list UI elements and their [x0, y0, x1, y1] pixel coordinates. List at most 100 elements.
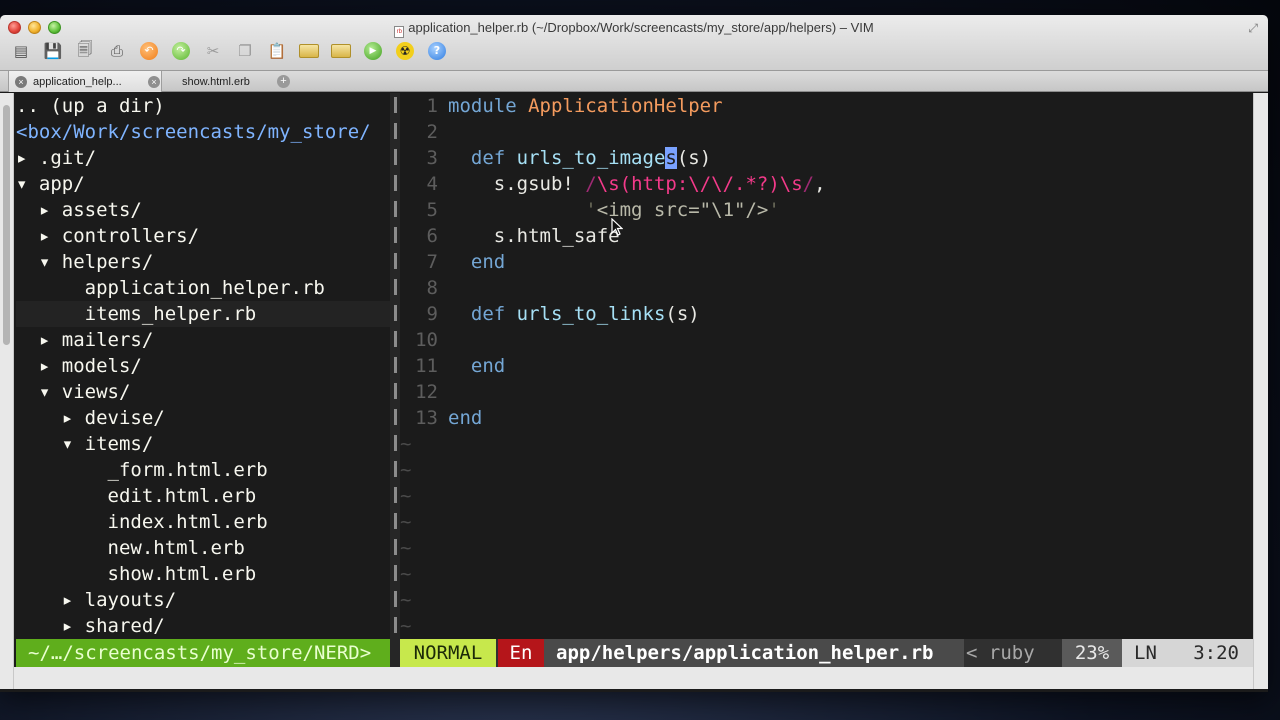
tree-dir-item[interactable]: ▸ models/	[16, 353, 390, 379]
line-number: 4	[426, 173, 438, 195]
split-marker	[394, 175, 397, 191]
vim-window: rb application_helper.rb (~/Dropbox/Work/…	[0, 15, 1268, 692]
tab-show-html-erb[interactable]: × show.html.erb	[142, 71, 274, 92]
expanded-arrow-icon[interactable]: ▾	[16, 173, 27, 195]
tree-item-label: items_helper.rb	[84, 303, 257, 325]
line-number: 10	[415, 329, 438, 351]
split-marker	[394, 565, 397, 581]
tree-dir-item[interactable]: ▸ layouts/	[16, 587, 390, 613]
split-marker	[394, 383, 397, 399]
code-line: 9 def urls_to_links(s)	[400, 301, 1253, 327]
expanded-arrow-icon[interactable]: ▾	[39, 251, 50, 273]
tree-file-item[interactable]: new.html.erb	[16, 535, 390, 561]
tree-dir-item[interactable]: ▾ views/	[16, 379, 390, 405]
redo-icon[interactable]: ↷	[168, 39, 194, 63]
expanded-arrow-icon[interactable]: ▾	[62, 433, 73, 455]
line-number: 11	[415, 355, 438, 377]
close-tab-icon[interactable]: ×	[15, 75, 27, 88]
tree-file-item[interactable]: index.html.erb	[16, 509, 390, 535]
new-tab-icon[interactable]: +	[277, 75, 290, 88]
split-marker	[394, 357, 397, 373]
tree-gap	[50, 251, 61, 273]
tree-file-item[interactable]: items_helper.rb	[16, 301, 390, 327]
empty-line-tilde: ~	[400, 615, 412, 637]
tab-label: application_help...	[33, 75, 122, 88]
tree-dir-item[interactable]: ▾ app/	[16, 171, 390, 197]
run-icon[interactable]: ▶	[360, 39, 386, 63]
tree-file-item[interactable]: edit.html.erb	[16, 483, 390, 509]
code-line: 11 end	[400, 353, 1253, 379]
tree-dir-item[interactable]: ▾ items/	[16, 431, 390, 457]
tree-item-label: devise/	[84, 407, 165, 429]
collapsed-arrow-icon[interactable]: ▸	[39, 199, 50, 221]
line-number: 1	[426, 95, 438, 117]
tree-dir-item[interactable]: ▸ assets/	[16, 197, 390, 223]
split-marker	[394, 487, 397, 503]
collapsed-arrow-icon[interactable]: ▸	[39, 355, 50, 377]
expanded-arrow-icon[interactable]: ▾	[39, 381, 50, 403]
tree-dir-item[interactable]: ▸ shared/	[16, 613, 390, 639]
collapsed-arrow-icon[interactable]: ▸	[39, 329, 50, 351]
collapsed-arrow-icon[interactable]: ▸	[62, 589, 73, 611]
collapsed-arrow-icon[interactable]: ▸	[16, 147, 27, 169]
tree-updir[interactable]: .. (up a dir)	[16, 93, 390, 119]
tab-application-helper[interactable]: × application_help...	[8, 71, 162, 92]
editor-area[interactable]: .. (up a dir) <box/Work/screencasts/my_s…	[0, 93, 1268, 689]
editor-scrollbar[interactable]	[1253, 93, 1268, 689]
tree-file-item[interactable]: application_helper.rb	[16, 275, 390, 301]
paste-icon[interactable]: 📋	[264, 39, 290, 63]
code-pane[interactable]: 1 module ApplicationHelper 2 3 def urls_t…	[400, 93, 1253, 639]
tree-file-item[interactable]: show.html.erb	[16, 561, 390, 587]
cut-icon[interactable]: ✂	[200, 39, 226, 63]
line-number: 3	[426, 147, 438, 169]
ruby-file-icon: rb	[394, 26, 405, 38]
empty-line-tilde: ~	[400, 433, 412, 455]
build-icon[interactable]: ☢	[392, 39, 418, 63]
tree-dir-item[interactable]: ▸ controllers/	[16, 223, 390, 249]
toolbar: ▤ 💾 🗐 ⎙ ↶ ↷ ✂ ❐ 📋 ▶ ☢ ?	[8, 39, 450, 63]
tree-item-label: application_helper.rb	[84, 277, 325, 299]
tree-root-path[interactable]: <box/Work/screencasts/my_store/	[16, 119, 390, 145]
empty-line-tilde: ~	[400, 459, 412, 481]
new-folder-icon[interactable]	[328, 39, 354, 63]
code-line: 3 def urls_to_images(s)	[400, 145, 1253, 171]
split-marker	[394, 149, 397, 165]
help-icon[interactable]: ?	[424, 39, 450, 63]
tree-file-item[interactable]: _form.html.erb	[16, 457, 390, 483]
save-all-icon[interactable]: 🗐	[72, 39, 98, 63]
save-icon[interactable]: 💾	[40, 39, 66, 63]
collapsed-arrow-icon[interactable]: ▸	[62, 615, 73, 637]
tree-dir-item[interactable]: ▸ .git/	[16, 145, 390, 171]
tree-dir-item[interactable]: ▾ helpers/	[16, 249, 390, 275]
command-line[interactable]	[14, 667, 1253, 689]
find-folder-icon[interactable]	[296, 39, 322, 63]
copy-icon[interactable]: ❐	[232, 39, 258, 63]
collapsed-arrow-icon[interactable]: ▸	[62, 407, 73, 429]
code-line: 2	[400, 119, 1253, 145]
split-marker	[394, 227, 397, 243]
nerdtree-scrollbar[interactable]	[0, 93, 14, 689]
tree-item-label: layouts/	[84, 589, 177, 611]
scrollbar-thumb[interactable]	[3, 105, 10, 345]
tree-gap	[73, 589, 84, 611]
nerdtree-panel[interactable]: .. (up a dir) <box/Work/screencasts/my_s…	[16, 93, 390, 639]
open-file-icon[interactable]: ▤	[8, 39, 34, 63]
tree-item-label: assets/	[61, 199, 142, 221]
close-tab-icon[interactable]: ×	[148, 75, 160, 88]
collapsed-arrow-icon[interactable]: ▸	[39, 225, 50, 247]
undo-icon[interactable]: ↶	[136, 39, 162, 63]
empty-line-tilde: ~	[400, 563, 412, 585]
print-icon[interactable]: ⎙	[104, 39, 130, 63]
tree-gap	[85, 563, 108, 585]
fullscreen-icon[interactable]: ⤢	[1248, 21, 1258, 36]
tree-dir-item[interactable]: ▸ devise/	[16, 405, 390, 431]
tree-dir-item[interactable]: ▸ mailers/	[16, 327, 390, 353]
